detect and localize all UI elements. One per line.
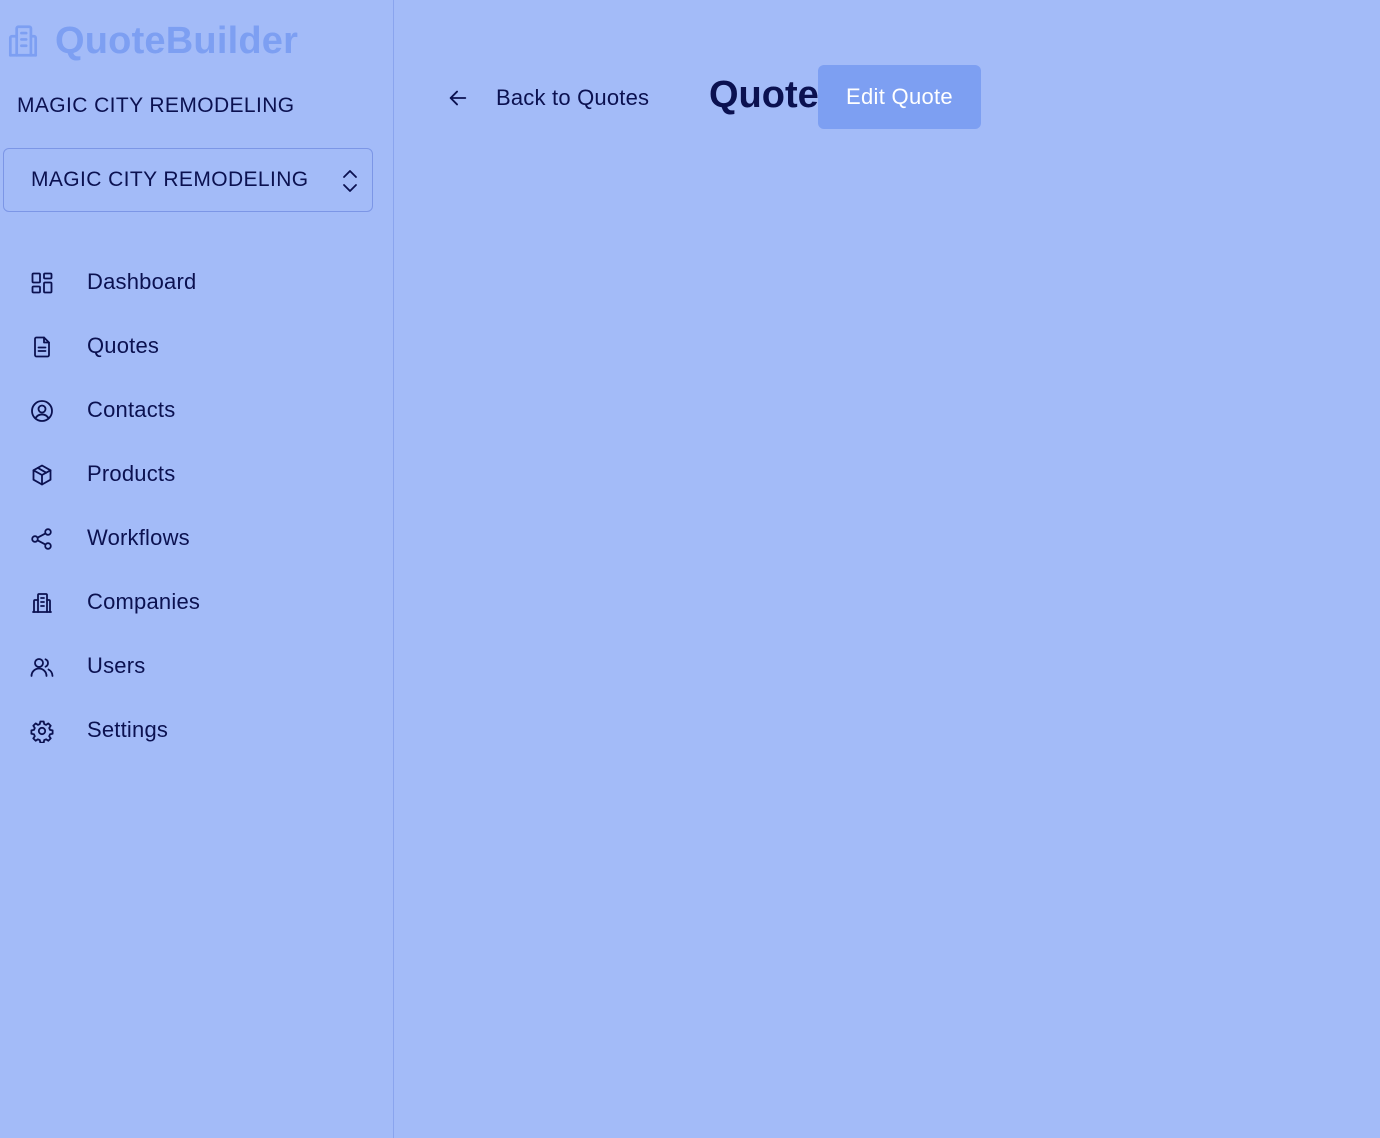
sidebar-item-label: Workflows [87, 525, 190, 550]
company-label: MAGIC CITY REMODELING [17, 94, 295, 117]
share-icon [29, 526, 55, 552]
back-link-label: Back to Quotes [496, 85, 650, 110]
sidebar-item-dashboard[interactable]: Dashboard [0, 250, 394, 314]
sidebar-nav: Dashboard Quotes Contacts Products Workf… [0, 250, 394, 762]
sidebar-item-users[interactable]: Users [0, 634, 394, 698]
sidebar-item-label: Companies [87, 589, 201, 614]
sidebar-item-settings[interactable]: Settings [0, 698, 394, 762]
building-icon [4, 21, 42, 61]
building-icon [29, 590, 55, 616]
gear-icon [29, 718, 55, 744]
sidebar-item-label: Dashboard [87, 269, 197, 294]
company-select[interactable]: MAGIC CITY REMODELING [3, 148, 373, 212]
brand[interactable]: QuoteBuilder [4, 20, 298, 62]
back-to-quotes-link[interactable]: Back to Quotes [446, 80, 649, 116]
cube-icon [29, 462, 55, 488]
arrow-left-icon [446, 86, 470, 110]
page-title: Quote [709, 74, 819, 116]
sidebar-item-label: Contacts [87, 397, 176, 422]
sidebar-item-products[interactable]: Products [0, 442, 394, 506]
company-select-value: MAGIC CITY REMODELING [31, 168, 309, 191]
users-icon [29, 654, 55, 680]
document-icon [29, 334, 55, 360]
sidebar-item-contacts[interactable]: Contacts [0, 378, 394, 442]
dashboard-icon [29, 270, 55, 296]
edit-quote-button[interactable]: Edit Quote [818, 65, 981, 129]
brand-name: QuoteBuilder [55, 19, 299, 62]
chevron-up-down-icon [342, 168, 358, 194]
user-circle-icon [29, 398, 55, 424]
sidebar-item-label: Quotes [87, 333, 160, 358]
sidebar-item-companies[interactable]: Companies [0, 570, 394, 634]
sidebar-item-label: Users [87, 653, 146, 678]
app-root: QuoteBuilder MAGIC CITY REMODELING MAGIC… [0, 0, 1380, 1138]
sidebar-item-label: Settings [87, 717, 169, 742]
main-content: Back to Quotes Quote Edit Quote [394, 0, 1380, 1138]
sidebar-item-label: Products [87, 461, 176, 486]
sidebar-item-quotes[interactable]: Quotes [0, 314, 394, 378]
sidebar-item-workflows[interactable]: Workflows [0, 506, 394, 570]
sidebar: QuoteBuilder MAGIC CITY REMODELING MAGIC… [0, 0, 394, 1138]
